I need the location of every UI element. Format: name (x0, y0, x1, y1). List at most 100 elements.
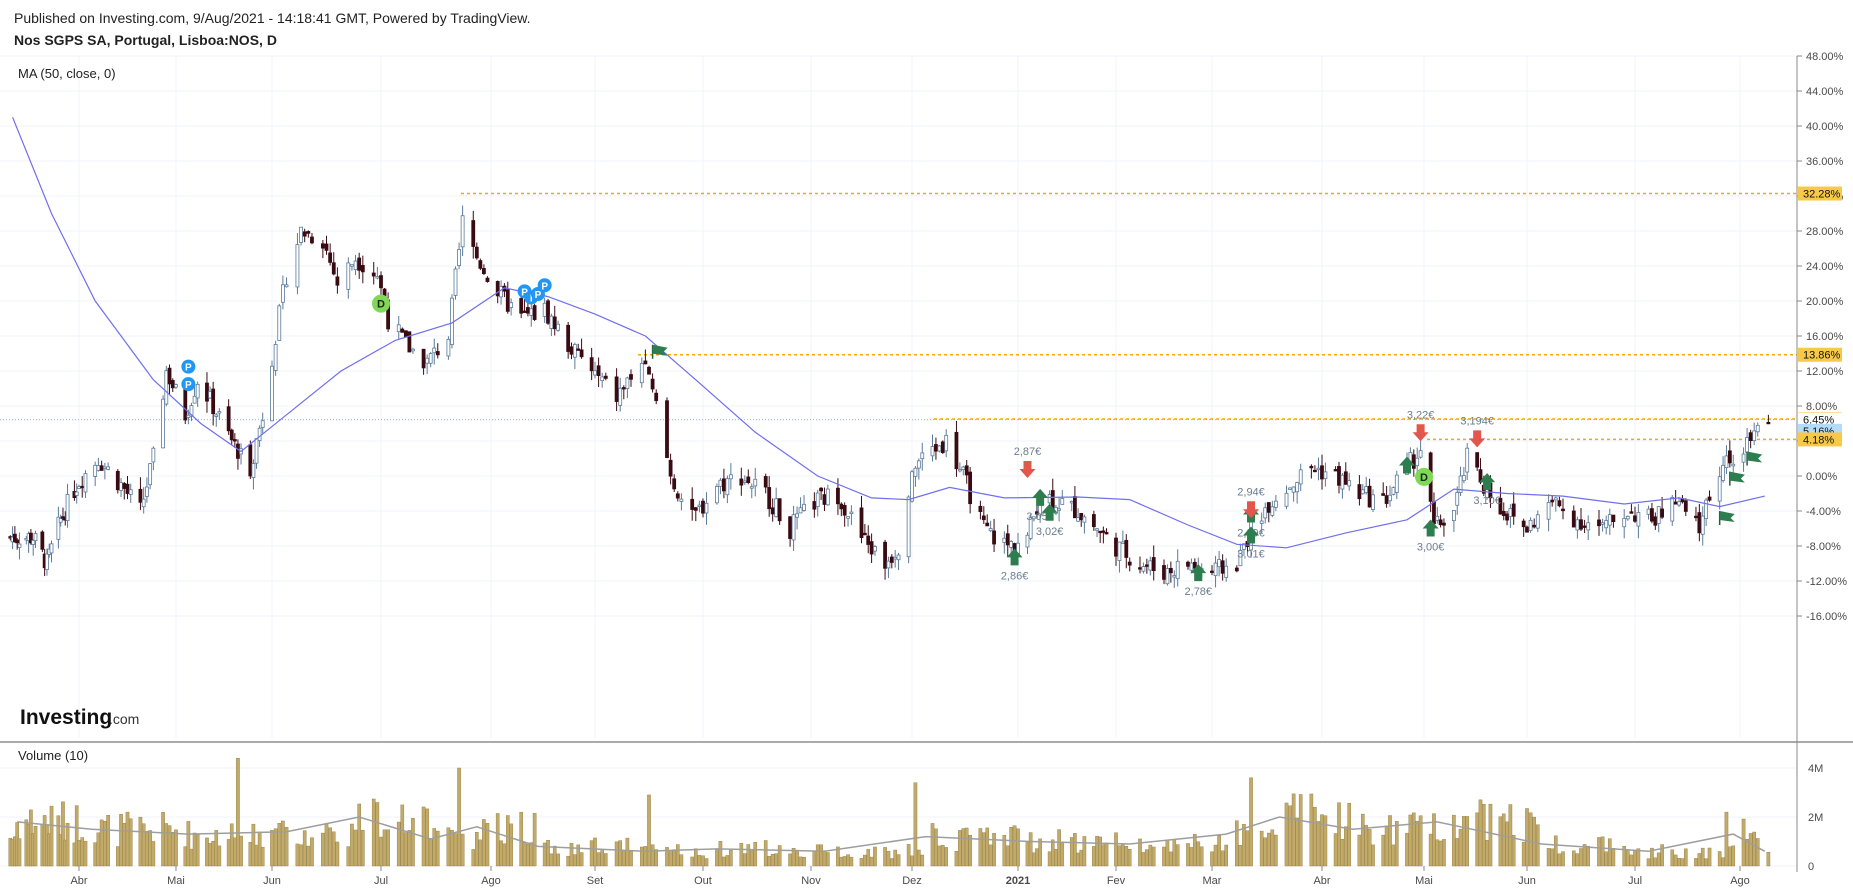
candle-body[interactable] (1475, 452, 1480, 468)
volume-bar[interactable] (1391, 844, 1396, 867)
candle-body[interactable] (883, 541, 887, 569)
candle-body[interactable] (1724, 455, 1729, 469)
volume-bar[interactable] (138, 816, 143, 867)
volume-bar[interactable] (992, 832, 996, 867)
candle-body[interactable] (453, 268, 458, 296)
candle-body[interactable] (357, 257, 362, 271)
candle-body[interactable] (1298, 469, 1303, 485)
candle-body[interactable] (151, 447, 156, 463)
chart-markers[interactable]: PPDPIPP2,86€2,87€3,05€3,02€2,78€2,99€2,9… (181, 278, 1763, 598)
candle-body[interactable] (1653, 516, 1658, 526)
candle-body[interactable] (1360, 489, 1365, 495)
candle-body[interactable] (742, 480, 747, 483)
volume-bar[interactable] (1546, 848, 1551, 867)
marker-flag[interactable] (1746, 451, 1763, 466)
volume-bar[interactable] (1151, 846, 1156, 867)
volume-bar[interactable] (566, 855, 570, 867)
volume-bar[interactable] (920, 854, 925, 867)
candle-body[interactable] (15, 539, 20, 544)
volume-bar[interactable] (1381, 834, 1385, 867)
candle-body[interactable] (886, 560, 891, 569)
candle-body[interactable] (205, 382, 209, 402)
volume-bar[interactable] (647, 794, 651, 867)
volume-bar[interactable] (958, 830, 962, 867)
volume-bar[interactable] (846, 854, 850, 867)
volume-bar[interactable] (1435, 839, 1440, 867)
candle-body[interactable] (186, 414, 191, 418)
candle-body[interactable] (170, 380, 175, 389)
volume-bar[interactable] (1291, 793, 1296, 867)
candle-body[interactable] (770, 507, 775, 515)
volume-bar[interactable] (701, 855, 705, 867)
candle-body[interactable] (1455, 492, 1460, 506)
volume-bar[interactable] (1266, 832, 1271, 867)
candle-body[interactable] (1391, 487, 1396, 495)
candle-body[interactable] (1172, 575, 1177, 578)
volume-bar[interactable] (1465, 816, 1469, 867)
volume-bar[interactable] (80, 837, 85, 867)
volume-bars[interactable] (8, 758, 1771, 867)
candle-body[interactable] (509, 302, 514, 308)
volume-bar[interactable] (1054, 849, 1058, 867)
candle-body[interactable] (407, 331, 412, 353)
volume-bar[interactable] (1579, 848, 1583, 867)
candle-body[interactable] (353, 260, 358, 270)
volume-bar[interactable] (122, 823, 127, 867)
candle-body[interactable] (1098, 530, 1103, 534)
candle-body[interactable] (654, 392, 659, 402)
volume-bar[interactable] (1092, 846, 1096, 867)
candle-body[interactable] (940, 441, 945, 453)
volume-indicator-label[interactable]: Volume (10) (18, 748, 88, 763)
candle-body[interactable] (1120, 541, 1125, 544)
volume-bar[interactable] (968, 835, 972, 867)
candle-body[interactable] (96, 465, 101, 471)
volume-bar[interactable] (174, 829, 178, 867)
candle-body[interactable] (526, 307, 530, 314)
volume-bar[interactable] (453, 833, 458, 867)
candle-body[interactable] (1057, 508, 1061, 511)
volume-bar[interactable] (257, 831, 262, 867)
candle-body[interactable] (675, 493, 680, 499)
volume-bar[interactable] (205, 837, 209, 867)
candle-body[interactable] (896, 554, 901, 561)
volume-bar[interactable] (1148, 844, 1153, 867)
candle-body[interactable] (229, 429, 234, 441)
candle-body[interactable] (1076, 517, 1080, 522)
volume-bar[interactable] (321, 832, 325, 867)
candle-body[interactable] (1442, 522, 1446, 526)
volume-bar[interactable] (532, 813, 537, 867)
volume-bar[interactable] (83, 840, 88, 867)
ma-50-line[interactable] (12, 117, 1765, 549)
candle-body[interactable] (1309, 465, 1314, 469)
volume-bar[interactable] (1700, 847, 1705, 867)
volume-bar[interactable] (890, 858, 894, 867)
volume-bar[interactable] (1101, 844, 1106, 867)
volume-bar[interactable] (679, 854, 684, 867)
volume-bar[interactable] (302, 830, 307, 867)
volume-bar[interactable] (192, 832, 197, 867)
candle-body[interactable] (74, 491, 79, 496)
volume-bar[interactable] (1475, 812, 1479, 867)
candle-body[interactable] (1438, 519, 1443, 526)
candle-body[interactable] (77, 486, 81, 489)
candle-body[interactable] (499, 286, 503, 298)
volume-bar[interactable] (859, 858, 864, 867)
candle-body[interactable] (566, 324, 571, 352)
marker-flag[interactable] (1729, 471, 1745, 486)
volume-bar[interactable] (529, 842, 534, 867)
volume-bar[interactable] (125, 811, 130, 867)
volume-bar[interactable] (1384, 825, 1389, 867)
volume-bar[interactable] (119, 814, 123, 867)
volume-bar[interactable] (1405, 832, 1409, 867)
volume-bar[interactable] (164, 823, 169, 867)
candle-body[interactable] (1259, 520, 1264, 524)
candle-body[interactable] (532, 305, 537, 320)
candle-body[interactable] (798, 507, 803, 514)
volume-bar[interactable] (1050, 839, 1055, 867)
candle-body[interactable] (320, 243, 325, 249)
candle-body[interactable] (893, 556, 898, 560)
volume-bar[interactable] (1525, 808, 1529, 867)
candle-body[interactable] (1213, 562, 1218, 577)
volume-bar[interactable] (863, 854, 867, 867)
volume-bar[interactable] (1653, 857, 1658, 867)
